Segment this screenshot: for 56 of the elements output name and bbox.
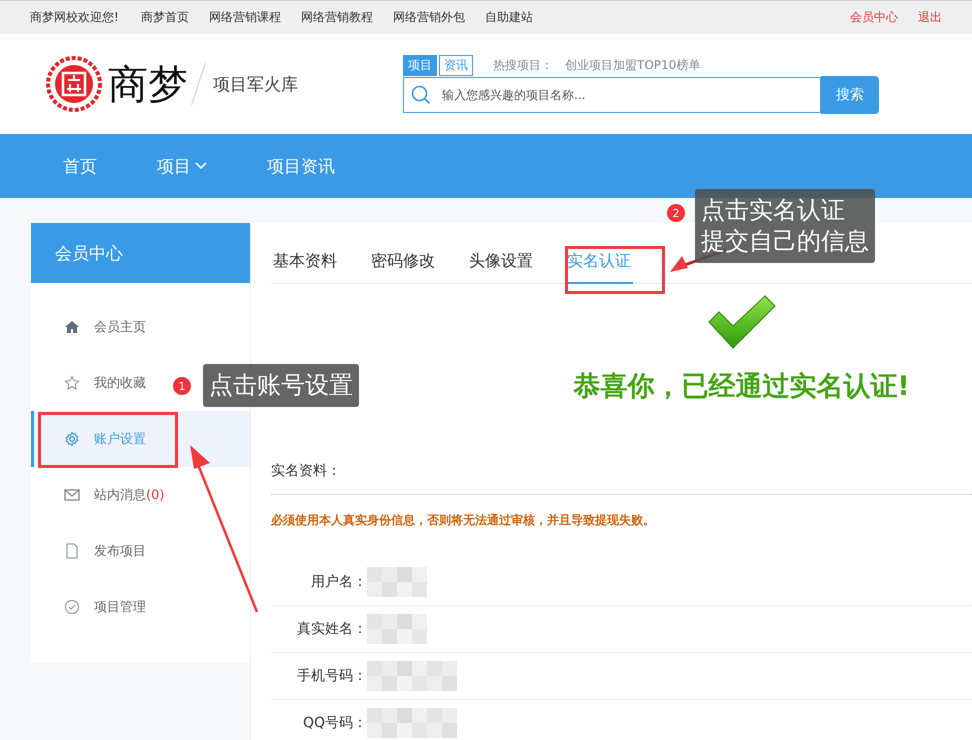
top-link[interactable]: 会员中心 — [850, 9, 898, 26]
document-icon — [64, 543, 80, 559]
top-link[interactable]: 网络营销教程 — [300, 9, 373, 26]
nav-item[interactable]: 首页 — [63, 154, 97, 178]
star-icon — [64, 375, 80, 391]
sidebar-item-label: 账户设置 — [94, 431, 146, 448]
tab[interactable]: 密码修改 — [369, 251, 437, 284]
field-label: 手机号码： — [296, 667, 367, 685]
field-label: QQ号码： — [302, 714, 367, 732]
top-link[interactable]: 自助建站 — [484, 9, 533, 26]
search-tab[interactable]: 资讯 — [439, 54, 473, 76]
field-label: 真实姓名： — [296, 620, 367, 638]
blurred-value — [367, 614, 427, 644]
sidebar-title: 会员中心 — [31, 223, 250, 283]
check-circle-icon — [64, 599, 80, 615]
top-link[interactable]: 网络营销外包 — [392, 9, 465, 26]
brand-name: 商梦 — [108, 60, 188, 110]
checkmark-icon — [706, 294, 776, 350]
sidebar-item-label: 项目管理 — [94, 599, 146, 616]
sidebar-item[interactable]: 项目管理 — [31, 579, 250, 635]
sidebar-item-label: 我的收藏 — [94, 375, 146, 392]
sidebar-item[interactable]: 会员主页 — [31, 299, 250, 355]
success-message: 恭喜你，已经通过实名认证! — [573, 370, 910, 404]
top-link[interactable]: 商梦首页 — [140, 9, 189, 26]
tab[interactable]: 实名认证 — [565, 251, 633, 284]
top-link[interactable]: 退出 — [918, 9, 942, 26]
home-icon — [64, 319, 80, 335]
tooltip-text: 点击实名认证 — [701, 195, 846, 226]
sidebar-item-label: 站内消息(0) — [94, 487, 164, 504]
warning-text: 必须使用本人真实身份信息，否则将无法通过审核，并且导致提现失败。 — [271, 512, 656, 529]
seal-logo — [46, 56, 102, 112]
nav-item[interactable]: 项目 — [157, 154, 207, 178]
sidebar-item-label: 会员主页 — [94, 319, 146, 336]
tab[interactable]: 基本资料 — [271, 251, 339, 284]
welcome-text: 商梦网校欢迎您! — [30, 9, 119, 26]
sidebar-item[interactable]: 站内消息(0) — [31, 467, 250, 523]
nav-item[interactable]: 项目资讯 — [267, 154, 335, 178]
search-tab[interactable]: 项目 — [403, 54, 437, 76]
mail-icon — [64, 487, 80, 503]
hot-search-link[interactable]: 创业项目加盟TOP10榜单 — [565, 56, 700, 74]
sidebar-item-label: 发布项目 — [94, 543, 146, 560]
tooltip-text: 点击账号设置 — [209, 370, 353, 401]
search-button[interactable]: 搜索 — [821, 76, 879, 114]
hot-search-label: 热搜项目： — [493, 56, 553, 74]
tooltip-text: 提交自己的信息 — [701, 226, 869, 258]
top-link[interactable]: 网络营销课程 — [208, 9, 281, 26]
tab[interactable]: 头像设置 — [467, 251, 535, 284]
sidebar-item[interactable]: 发布项目 — [31, 523, 250, 579]
search-icon — [411, 85, 431, 105]
settings-icon — [64, 431, 80, 447]
section-title: 实名资料： — [271, 462, 972, 495]
step-badge: 2 — [667, 204, 685, 222]
field-label: 用户名： — [310, 573, 367, 591]
blurred-value — [367, 567, 427, 597]
search-field[interactable]: 输入您感兴趣的项目名称... — [403, 77, 821, 113]
slogan: 项目军火库 — [213, 74, 298, 96]
